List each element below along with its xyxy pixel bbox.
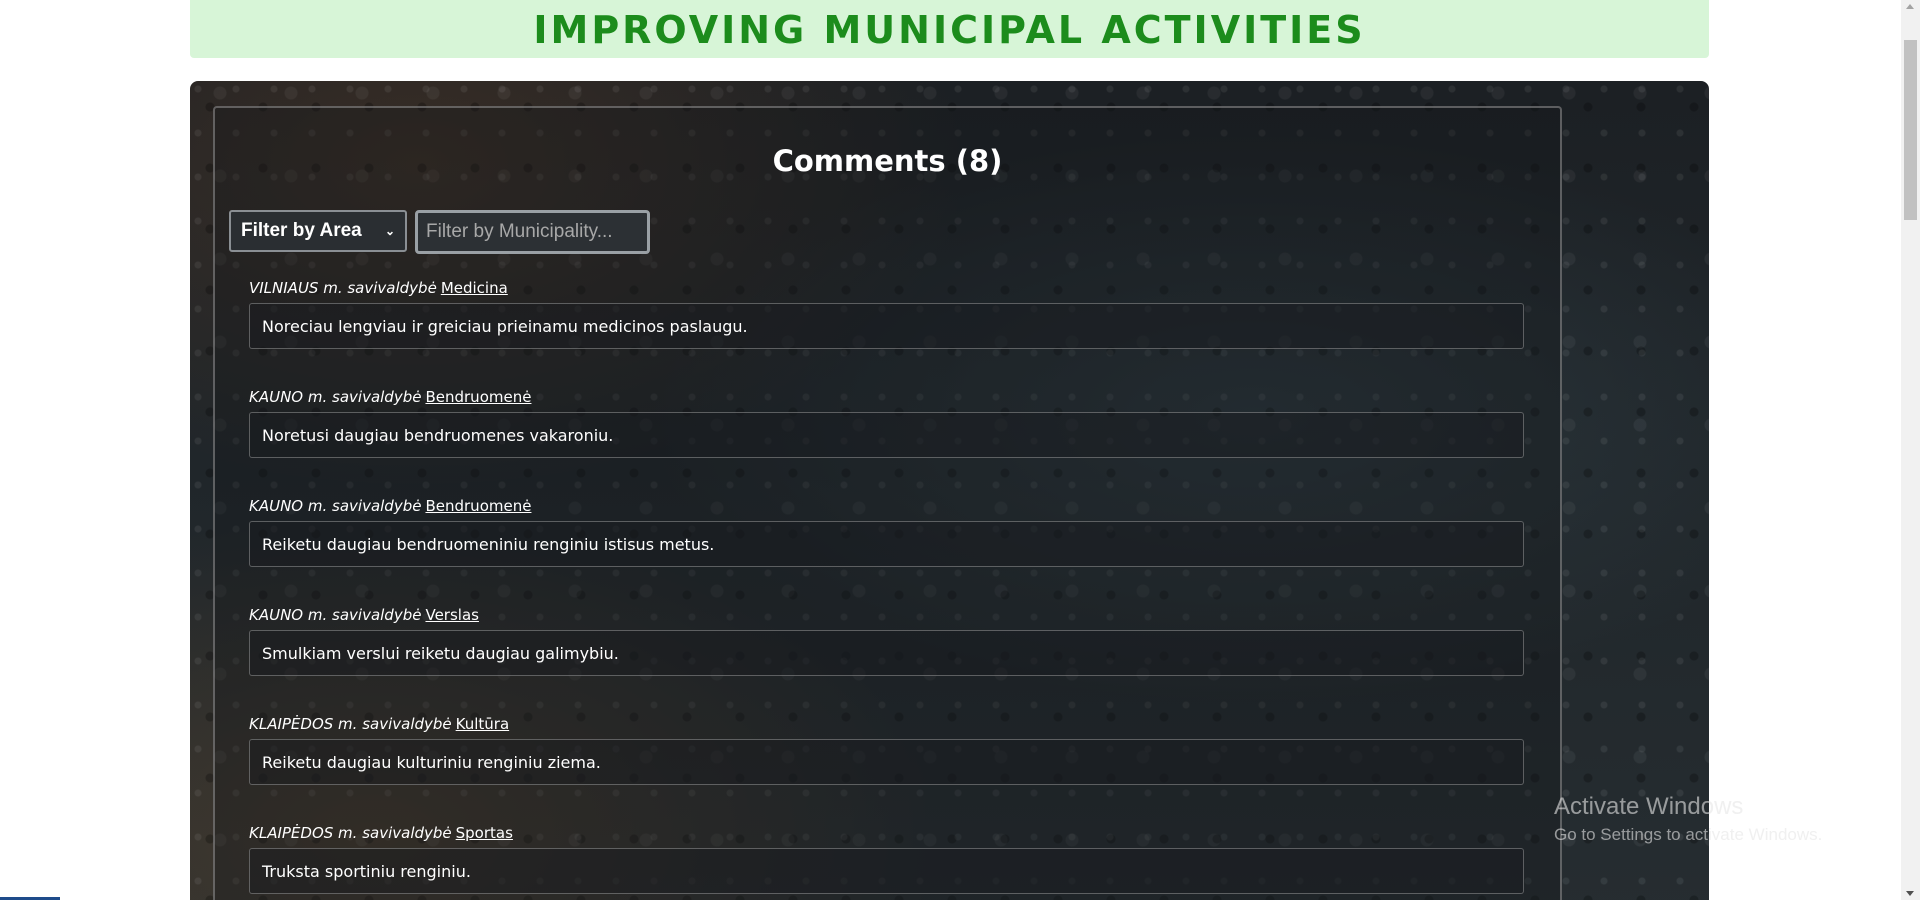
filter-by-municipality-input[interactable] <box>415 210 650 254</box>
comment-text: Smulkiam verslui reiketu daugiau galimyb… <box>249 630 1524 676</box>
comment-area-link[interactable]: Kultūra <box>456 715 510 733</box>
vertical-scrollbar[interactable] <box>1901 0 1920 900</box>
comment-municipality: KAUNO m. savivaldybė <box>249 606 422 624</box>
page-title: IMPROVING MUNICIPAL ACTIVITIES <box>533 8 1366 52</box>
comment-item: VILNIAUS m. savivaldybė Medicina Noreciau… <box>249 279 1524 388</box>
comment-item: KAUNO m. savivaldybė Bendruomenė Noretusi… <box>249 388 1524 497</box>
watermark-subtitle: Go to Settings to activate Windows. <box>1554 825 1823 844</box>
comment-area-link[interactable]: Verslas <box>425 606 478 624</box>
page-header: IMPROVING MUNICIPAL ACTIVITIES <box>190 0 1709 58</box>
viewport: IMPROVING MUNICIPAL ACTIVITIES Comments … <box>0 0 1920 900</box>
comments-heading: Comments (8) <box>772 144 1003 178</box>
filter-by-area-label: Filter by Area <box>241 220 362 241</box>
comment-text: Noreciau lengviau ir greiciau prieinamu … <box>249 303 1524 349</box>
chevron-down-icon: ⌄ <box>384 224 395 238</box>
comment-text: Noretusi daugiau bendruomenes vakaroniu. <box>249 412 1524 458</box>
comment-meta: VILNIAUS m. savivaldybė Medicina <box>249 279 508 297</box>
comment-municipality: KAUNO m. savivaldybė <box>249 497 422 515</box>
comment-municipality: KLAIPĖDOS m. savivaldybė <box>249 824 452 842</box>
comment-text: Reiketu daugiau bendruomeniniu renginiu … <box>249 521 1524 567</box>
comment-meta: KAUNO m. savivaldybė Bendruomenė <box>249 497 531 515</box>
comment-area-link[interactable]: Bendruomenė <box>425 388 531 406</box>
comment-area-link[interactable]: Bendruomenė <box>425 497 531 515</box>
activate-windows-watermark: Activate Windows Go to Settings to activ… <box>1554 793 1822 845</box>
comment-item: KAUNO m. savivaldybė Verslas Smulkiam ver… <box>249 606 1524 715</box>
scroll-up-arrow-icon[interactable] <box>1906 4 1914 9</box>
comment-municipality: KAUNO m. savivaldybė <box>249 388 422 406</box>
scroll-down-arrow-icon[interactable] <box>1906 891 1914 896</box>
comment-list: VILNIAUS m. savivaldybė Medicina Noreciau… <box>249 279 1524 900</box>
comment-item: KLAIPĖDOS m. savivaldybė Kultūra Reiketu … <box>249 715 1524 824</box>
comment-area-link[interactable]: Medicina <box>441 279 508 297</box>
scrollbar-thumb[interactable] <box>1904 40 1917 220</box>
comment-meta: KLAIPĖDOS m. savivaldybė Sportas <box>249 824 513 842</box>
comment-text: Reiketu daugiau kulturiniu renginiu ziem… <box>249 739 1524 785</box>
filter-row: Filter by Area ⌄ <box>229 210 650 254</box>
comment-meta: KLAIPĖDOS m. savivaldybė Kultūra <box>249 715 509 733</box>
comments-box: Comments (8) Filter by Area ⌄ VILNIAUS m… <box>213 106 1562 900</box>
comment-meta: KAUNO m. savivaldybė Bendruomenė <box>249 388 531 406</box>
comment-item: KAUNO m. savivaldybė Bendruomenė Reiketu … <box>249 497 1524 606</box>
comment-municipality: KLAIPĖDOS m. savivaldybė <box>249 715 452 733</box>
comment-meta: KAUNO m. savivaldybė Verslas <box>249 606 479 624</box>
filter-by-area-select[interactable]: Filter by Area ⌄ <box>229 210 407 252</box>
watermark-title: Activate Windows <box>1554 793 1744 820</box>
main-panel: Comments (8) Filter by Area ⌄ VILNIAUS m… <box>190 81 1709 900</box>
comment-area-link[interactable]: Sportas <box>456 824 513 842</box>
comment-municipality: VILNIAUS m. savivaldybė <box>249 279 437 297</box>
comment-text: Truksta sportiniu renginiu. <box>249 848 1524 894</box>
comment-item: KLAIPĖDOS m. savivaldybė Sportas Truksta … <box>249 824 1524 900</box>
